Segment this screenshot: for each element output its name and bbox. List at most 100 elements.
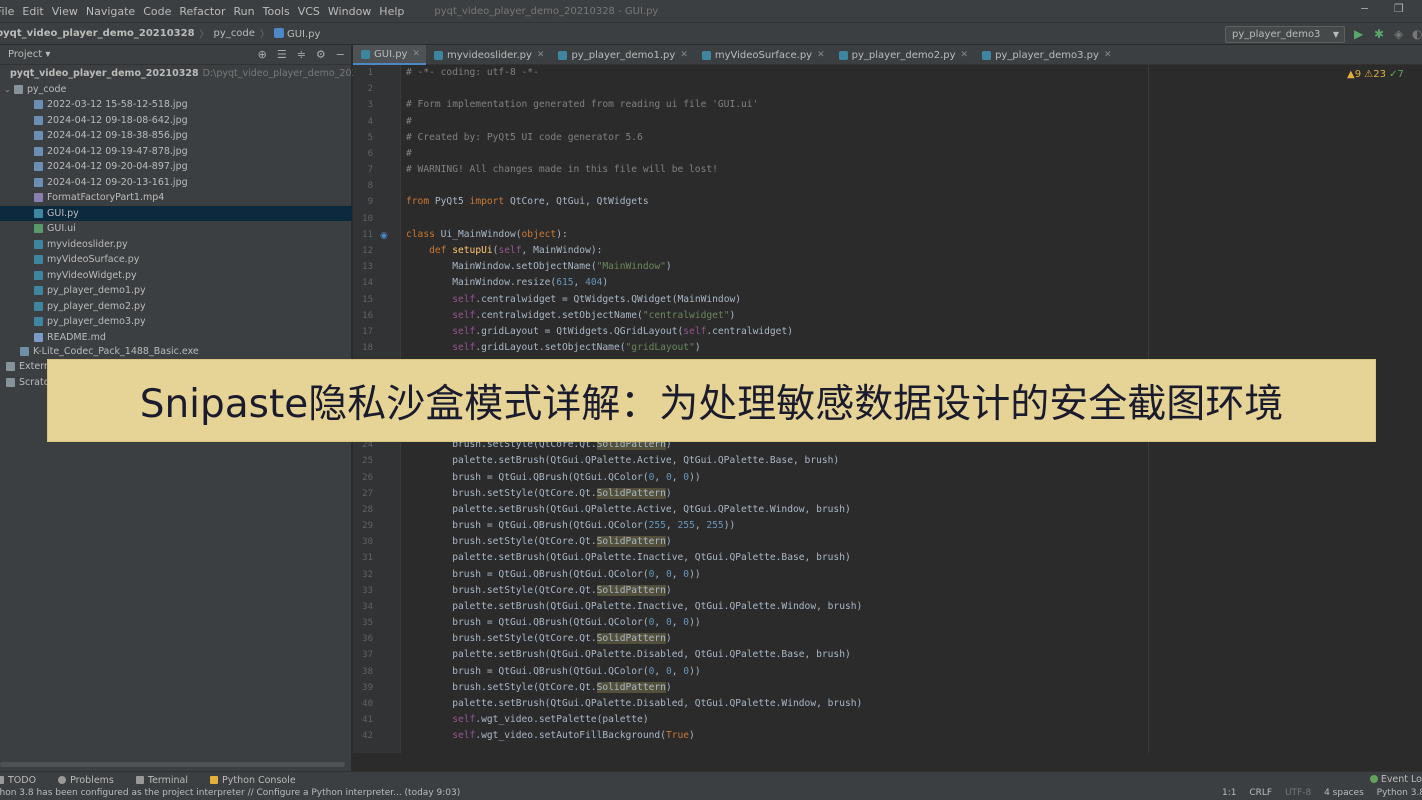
tree-root[interactable]: pyqt_video_player_demo_20210328 D:\pyqt_… xyxy=(0,66,382,82)
close-icon[interactable]: ✕ xyxy=(412,49,420,59)
python-console-tool-button[interactable]: Python Console xyxy=(210,775,296,786)
breadcrumb-project[interactable]: pyqt_video_player_demo_20210328 xyxy=(0,28,195,39)
code-line[interactable]: MainWindow.resize(615, 404) xyxy=(406,277,608,288)
menu-edit[interactable]: Edit xyxy=(22,5,43,18)
tab-gui-py[interactable]: GUI.py ✕ xyxy=(353,45,427,65)
tree-item[interactable]: py_player_demo3.py xyxy=(0,314,352,330)
close-icon[interactable]: ✕ xyxy=(680,50,688,60)
code-line[interactable]: MainWindow.setObjectName("MainWindow") xyxy=(406,261,672,272)
event-log-button[interactable]: Event Lo xyxy=(1369,774,1422,785)
menu-file[interactable]: File xyxy=(0,5,14,18)
close-icon[interactable]: ✕ xyxy=(817,50,825,60)
tree-item[interactable]: README.md xyxy=(0,330,352,346)
code-line[interactable]: brush.setStyle(QtCore.Qt.SolidPattern) xyxy=(406,681,672,693)
interpreter-setting[interactable]: Python 3.8 (py xyxy=(1377,788,1422,798)
tree-item[interactable]: 2024-04-12 09-20-13-161.jpg xyxy=(0,175,352,191)
code-line[interactable]: brush = QtGui.QBrush(QtGui.QColor(0, 0, … xyxy=(406,666,700,677)
code-line[interactable]: brush = QtGui.QBrush(QtGui.QColor(0, 0, … xyxy=(406,617,700,628)
code-line[interactable]: brush = QtGui.QBrush(QtGui.QColor(0, 0, … xyxy=(406,569,700,580)
menu-window[interactable]: Window xyxy=(328,5,371,18)
gear-icon[interactable]: ⚙ xyxy=(316,48,326,61)
line-separator[interactable]: CRLF xyxy=(1249,788,1272,798)
tree-item[interactable]: myVideoWidget.py xyxy=(0,268,352,284)
tree-item-exe[interactable]: K-Lite_Codec_Pack_1488_Basic.exe xyxy=(0,344,352,360)
breadcrumb-file[interactable]: GUI.py xyxy=(273,27,320,40)
close-icon[interactable]: ✕ xyxy=(1104,50,1112,60)
tab-py-player-demo1[interactable]: py_player_demo1.py ✕ xyxy=(550,45,693,65)
tree-item[interactable]: 2024-04-12 09-19-47-878.jpg xyxy=(0,144,352,160)
project-view-selector[interactable]: Project ▾ xyxy=(8,49,50,60)
code-line[interactable]: # xyxy=(406,148,412,159)
file-encoding[interactable]: UTF-8 xyxy=(1285,788,1311,798)
status-message[interactable]: thon 3.8 has been configured as the proj… xyxy=(0,788,460,798)
profile-icon[interactable]: ◐ xyxy=(1412,27,1422,41)
tree-item[interactable]: GUI.py xyxy=(0,205,352,221)
code-line[interactable]: class Ui_MainWindow(object): xyxy=(406,229,568,240)
code-line[interactable]: self.wgt_video.setPalette(palette) xyxy=(406,714,648,725)
code-line[interactable]: palette.setBrush(QtGui.QPalette.Inactive… xyxy=(406,601,862,612)
breadcrumb-folder[interactable]: py_code xyxy=(214,28,255,39)
indent-setting[interactable]: 4 spaces xyxy=(1324,788,1364,798)
tree-item[interactable]: 2024-04-12 09-20-04-897.jpg xyxy=(0,159,352,175)
code-line[interactable]: # WARNING! All changes made in this file… xyxy=(406,164,718,175)
minimize-button[interactable]: − xyxy=(1360,2,1369,15)
expand-all-icon[interactable]: ☰ xyxy=(277,48,287,61)
problems-tool-button[interactable]: Problems xyxy=(58,775,114,786)
code-line[interactable]: palette.setBrush(QtGui.QPalette.Disabled… xyxy=(406,649,851,660)
tree-folder[interactable]: ⌄ py_code xyxy=(0,82,352,98)
menu-tools[interactable]: Tools xyxy=(263,5,290,18)
collapse-all-icon[interactable]: ≑ xyxy=(297,48,306,61)
menu-help[interactable]: Help xyxy=(379,5,404,18)
code-line[interactable]: # Created by: PyQt5 UI code generator 5.… xyxy=(406,132,643,143)
tab-myvideoslider[interactable]: myvideoslider.py ✕ xyxy=(426,45,550,65)
run-configuration-select[interactable]: py_player_demo3 ▼ xyxy=(1225,26,1345,43)
tree-item[interactable]: myvideoslider.py xyxy=(0,237,352,253)
code-line[interactable]: brush.setStyle(QtCore.Qt.SolidPattern) xyxy=(406,487,672,499)
tree-item[interactable]: FormatFactoryPart1.mp4 xyxy=(0,190,352,206)
code-line[interactable]: self.wgt_video.setAutoFillBackground(Tru… xyxy=(406,730,695,741)
code-line[interactable]: from PyQt5 import QtCore, QtGui, QtWidge… xyxy=(406,196,649,207)
code-line[interactable]: self.centralwidget = QtWidgets.QWidget(M… xyxy=(406,294,741,305)
tree-item[interactable]: py_player_demo1.py xyxy=(0,283,352,299)
code-line[interactable]: brush = QtGui.QBrush(QtGui.QColor(0, 0, … xyxy=(406,472,700,483)
code-line[interactable]: palette.setBrush(QtGui.QPalette.Active, … xyxy=(406,455,839,466)
menu-vcs[interactable]: VCS xyxy=(298,5,320,18)
code-line[interactable]: # Form implementation generated from rea… xyxy=(406,99,758,110)
menu-code[interactable]: Code xyxy=(143,5,171,18)
maximize-button[interactable]: ❐ xyxy=(1394,2,1404,15)
code-line[interactable]: brush.setStyle(QtCore.Qt.SolidPattern) xyxy=(406,536,672,548)
tree-item[interactable]: GUI.ui xyxy=(0,221,352,237)
code-line[interactable]: palette.setBrush(QtGui.QPalette.Active, … xyxy=(406,504,851,515)
implemented-marker-icon[interactable]: ◉ xyxy=(380,231,388,241)
code-line[interactable]: brush = QtGui.QBrush(QtGui.QColor(255, 2… xyxy=(406,520,735,531)
code-line[interactable]: brush.setStyle(QtCore.Qt.SolidPattern) xyxy=(406,633,672,645)
tab-py-player-demo2[interactable]: py_player_demo2.py ✕ xyxy=(831,45,974,65)
code-line[interactable]: palette.setBrush(QtGui.QPalette.Inactive… xyxy=(406,552,851,563)
tree-item[interactable]: myVideoSurface.py xyxy=(0,252,352,268)
tree-item[interactable]: 2024-04-12 09-18-08-642.jpg xyxy=(0,113,352,129)
code-line[interactable]: def setupUi(self, MainWindow): xyxy=(406,245,602,256)
coverage-icon[interactable]: ◈ xyxy=(1394,27,1403,41)
menu-navigate[interactable]: Navigate xyxy=(86,5,135,18)
tree-item[interactable]: 2024-04-12 09-18-38-856.jpg xyxy=(0,128,352,144)
code-line[interactable]: self.gridLayout.setObjectName("gridLayou… xyxy=(406,342,700,353)
horizontal-scrollbar[interactable] xyxy=(0,762,345,767)
code-line[interactable]: self.gridLayout = QtWidgets.QGridLayout(… xyxy=(406,326,793,337)
close-icon[interactable]: ✕ xyxy=(537,50,545,60)
tree-item[interactable]: py_player_demo2.py xyxy=(0,299,352,315)
code-line[interactable]: # xyxy=(406,116,412,127)
menu-run[interactable]: Run xyxy=(234,5,255,18)
tab-py-player-demo3[interactable]: py_player_demo3.py ✕ xyxy=(974,45,1117,65)
chevron-down-icon[interactable]: ⌄ xyxy=(4,85,14,94)
code-line[interactable]: self.centralwidget.setObjectName("centra… xyxy=(406,310,735,321)
menu-refactor[interactable]: Refactor xyxy=(179,5,225,18)
locate-icon[interactable]: ⊕ xyxy=(258,48,267,61)
run-icon[interactable]: ▶ xyxy=(1354,27,1363,41)
code-line[interactable]: brush.setStyle(QtCore.Qt.SolidPattern) xyxy=(406,584,672,596)
hide-icon[interactable]: − xyxy=(336,48,345,61)
tree-item[interactable]: 2022-03-12 15-58-12-518.jpg xyxy=(0,97,352,113)
inspection-widget[interactable]: ▲9 ⚠23 ✓7 xyxy=(1347,69,1404,80)
code-line[interactable]: palette.setBrush(QtGui.QPalette.Disabled… xyxy=(406,698,862,709)
tab-myvideosurface[interactable]: myVideoSurface.py ✕ xyxy=(694,45,831,65)
terminal-tool-button[interactable]: Terminal xyxy=(135,775,188,786)
